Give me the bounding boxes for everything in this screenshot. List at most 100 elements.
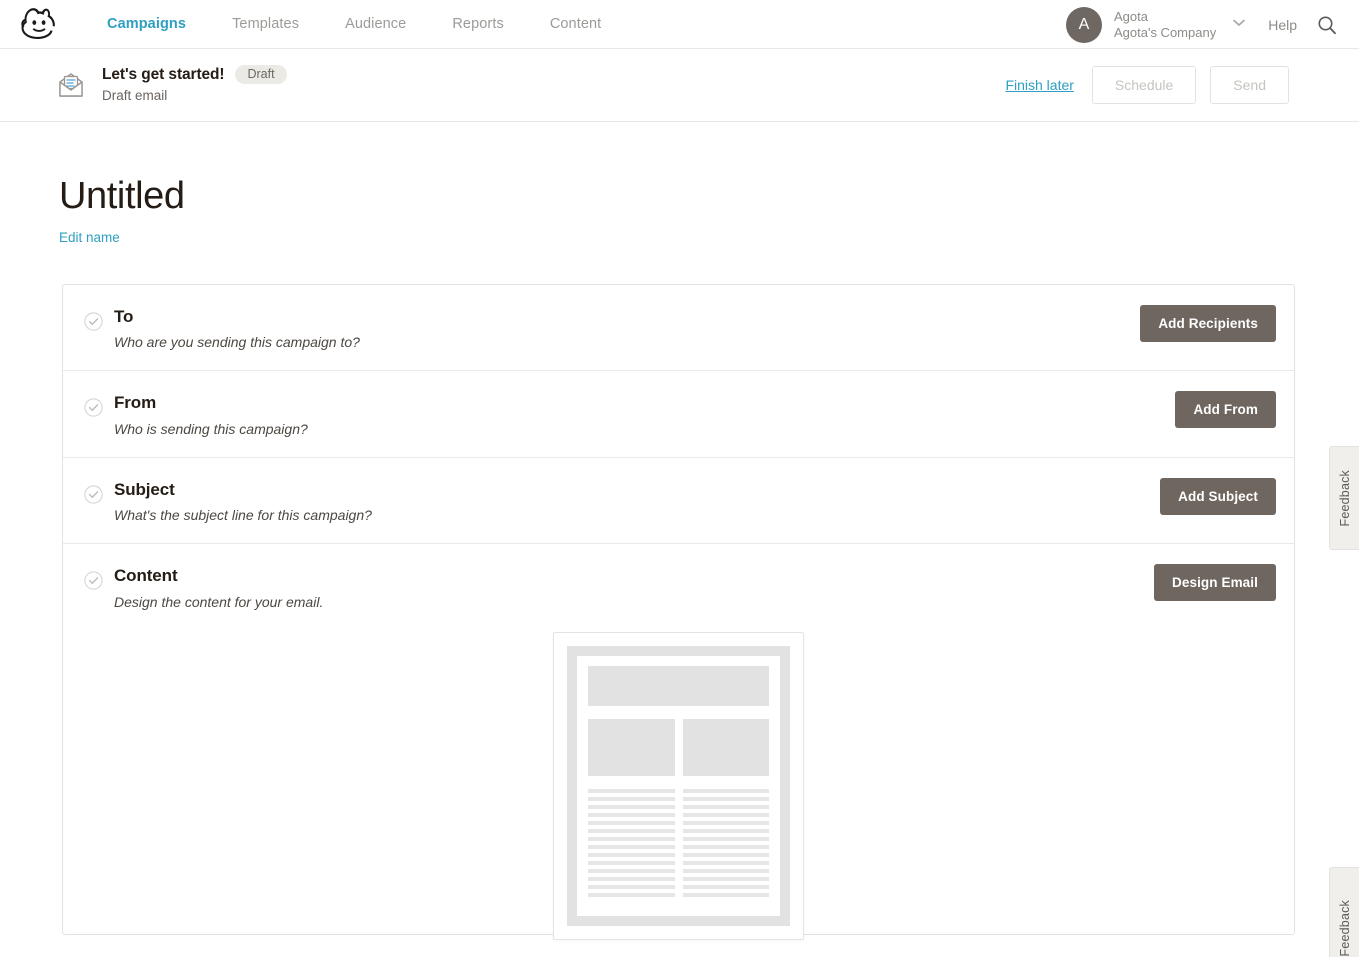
account-user-name: Agota <box>1113 8 1148 24</box>
thumbnail-text-line <box>682 805 769 810</box>
thumbnail-text-line <box>682 877 769 882</box>
nav-link-templates[interactable]: Templates <box>209 16 322 32</box>
campaign-type-label: Draft email <box>102 88 168 104</box>
add-from-button[interactable]: Add From <box>1175 391 1276 429</box>
campaign-subheader: Let's get started! Draft Draft email Fin… <box>0 49 1359 122</box>
campaign-identity: Let's get started! Draft Draft email <box>56 64 287 105</box>
mailchimp-freddie-logo[interactable] <box>16 5 62 43</box>
search-icon <box>1318 16 1336 34</box>
checklist-row-content: Content Design the content for your emai… <box>63 544 1294 941</box>
thumbnail-text-line <box>588 861 675 866</box>
search-button[interactable] <box>1315 15 1359 35</box>
nav-link-audience[interactable]: Audience <box>322 16 429 32</box>
nav-link-content[interactable]: Content <box>527 16 625 32</box>
thumbnail-text-line <box>682 797 769 802</box>
thumbnail-text-line <box>588 837 675 842</box>
campaign-checklist-card: To Who are you sending this campaign to?… <box>62 284 1295 941</box>
page-title: Untitled <box>59 175 185 217</box>
checklist-row-text: To Who are you sending this campaign to? <box>114 307 360 350</box>
thumbnail-text-line <box>588 893 675 898</box>
help-link[interactable]: Help <box>1250 17 1315 33</box>
thumbnail-text-line <box>588 789 675 794</box>
template-preview-wrap <box>63 632 1294 941</box>
main-content: Untitled Edit name To Who are you sendin… <box>0 175 1359 957</box>
thumbnail-text-line <box>682 885 769 890</box>
feedback-tab-label: Feedback <box>1337 899 1352 957</box>
checklist-row-action: Add Recipients <box>1140 305 1276 342</box>
check-circle-icon <box>84 398 103 418</box>
check-circle-icon <box>84 485 103 504</box>
check-circle-icon <box>84 571 103 590</box>
thumbnail-text-line <box>588 821 675 826</box>
check-circle-icon <box>84 312 103 331</box>
checklist-row-action: Add Subject <box>1160 477 1276 515</box>
thumbnail-text-line <box>682 869 769 874</box>
checklist-row-text: From Who is sending this campaign? <box>114 393 308 436</box>
thumbnail-header-block <box>588 666 769 707</box>
account-labels[interactable]: Agota Agota's Company <box>1114 9 1216 41</box>
add-recipients-button[interactable]: Add Recipients <box>1140 305 1276 342</box>
chevron-down-icon[interactable] <box>1232 19 1246 30</box>
checklist-row-description: Design the content for your email. <box>114 593 324 610</box>
campaign-title-row: Let's get started! Draft <box>102 64 287 85</box>
thumbnail-text-line <box>682 789 769 794</box>
chevron-down-glyph <box>1233 19 1246 27</box>
thumbnail-text-line <box>588 805 675 810</box>
nav-link-reports[interactable]: Reports <box>429 16 526 32</box>
nav-link-campaigns[interactable]: Campaigns <box>84 16 209 32</box>
thumbnail-text-column <box>682 789 769 898</box>
top-navigation-bar: Campaigns Templates Audience Reports Con… <box>0 0 1359 49</box>
checklist-row-description: Who are you sending this campaign to? <box>114 334 360 351</box>
thumbnail-text-line <box>682 813 769 818</box>
checklist-row-title: From <box>114 393 157 413</box>
account-area: A Agota Agota's Company Help <box>1065 0 1359 49</box>
finish-later-button[interactable]: Finish later <box>1005 77 1073 93</box>
edit-name-link[interactable]: Edit name <box>59 230 120 245</box>
primary-nav: Campaigns Templates Audience Reports Con… <box>84 16 624 32</box>
thumbnail-text-line <box>682 829 769 834</box>
thumbnail-text-line <box>682 821 769 826</box>
checklist-row-subject: Subject What's the subject line for this… <box>63 458 1294 545</box>
checklist-row-description: What's the subject line for this campaig… <box>114 507 372 524</box>
checklist-row-action: Add From <box>1175 391 1276 429</box>
add-subject-button[interactable]: Add Subject <box>1160 477 1276 515</box>
avatar[interactable]: A <box>1065 6 1102 43</box>
thumbnail-text-line <box>682 861 769 866</box>
status-badge: Draft <box>235 64 287 85</box>
checklist-row-title: Content <box>114 566 178 586</box>
thumbnail-text-line <box>588 853 675 858</box>
thumbnail-image-block <box>682 719 769 777</box>
thumbnail-text-line <box>588 813 675 818</box>
thumbnail-text-line <box>588 829 675 834</box>
thumbnail-text-line <box>682 837 769 842</box>
help-label: Help <box>1268 16 1297 33</box>
email-template-thumbnail[interactable] <box>553 632 804 941</box>
campaign-title-block: Let's get started! Draft Draft email <box>102 64 287 105</box>
thumbnail-image-block <box>588 719 675 777</box>
checklist-row-text: Content Design the content for your emai… <box>114 566 323 609</box>
checklist-row-action: Design Email <box>1154 564 1276 602</box>
thumbnail-image-blocks <box>588 719 769 777</box>
thumbnail-page <box>577 656 780 917</box>
thumbnail-text-line <box>682 893 769 898</box>
thumbnail-text-line <box>588 869 675 874</box>
feedback-tab-label: Feedback <box>1337 469 1352 527</box>
thumbnail-text-line <box>588 845 675 850</box>
thumbnail-text-line <box>588 885 675 890</box>
account-company-name: Agota's Company <box>1113 24 1217 40</box>
schedule-button[interactable]: Schedule <box>1091 66 1197 104</box>
send-button[interactable]: Send <box>1210 66 1289 104</box>
thumbnail-text-line <box>682 845 769 850</box>
feedback-tab-bottom[interactable]: Feedback <box>1329 867 1359 957</box>
campaign-title: Let's get started! <box>102 65 225 83</box>
design-email-button[interactable]: Design Email <box>1154 564 1276 602</box>
thumbnail-text-column <box>588 789 675 898</box>
campaign-actions: Finish later Schedule Send <box>1005 66 1289 104</box>
thumbnail-frame <box>567 646 790 927</box>
thumbnail-text-line <box>588 797 675 802</box>
checklist-row-to: To Who are you sending this campaign to?… <box>63 285 1294 372</box>
checklist-row-title: Subject <box>114 479 175 499</box>
feedback-tab-top[interactable]: Feedback <box>1329 446 1359 550</box>
freddie-monkey-icon <box>21 8 55 39</box>
checklist-row-from: From Who is sending this campaign? Add F… <box>63 371 1294 458</box>
